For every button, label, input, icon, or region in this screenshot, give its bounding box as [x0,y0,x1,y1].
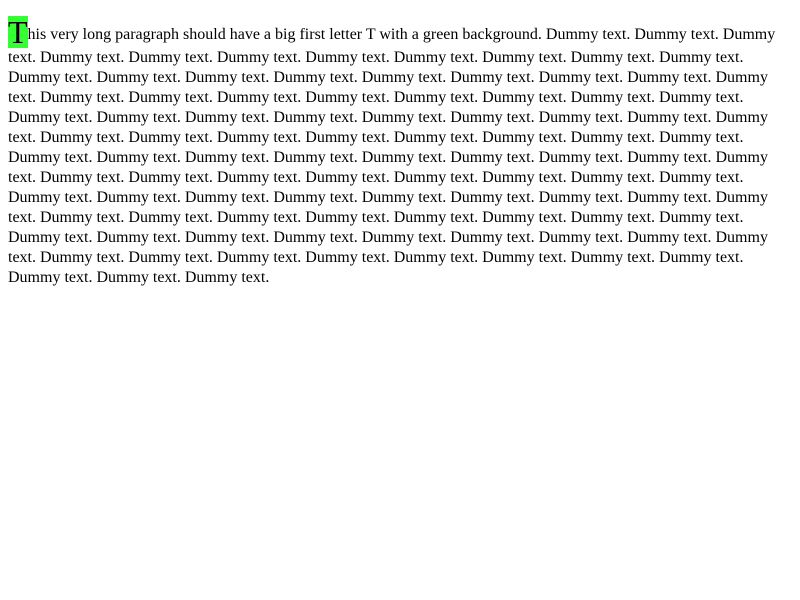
paragraph-text: his very long paragraph should have a bi… [8,26,776,286]
paragraph: This very long paragraph should have a b… [0,0,784,288]
first-letter: T [8,14,28,50]
